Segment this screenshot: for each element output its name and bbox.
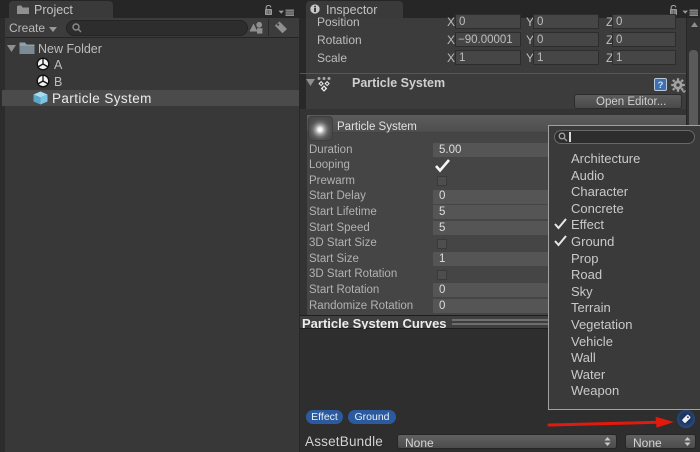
svg-text:?: ? xyxy=(658,80,664,91)
